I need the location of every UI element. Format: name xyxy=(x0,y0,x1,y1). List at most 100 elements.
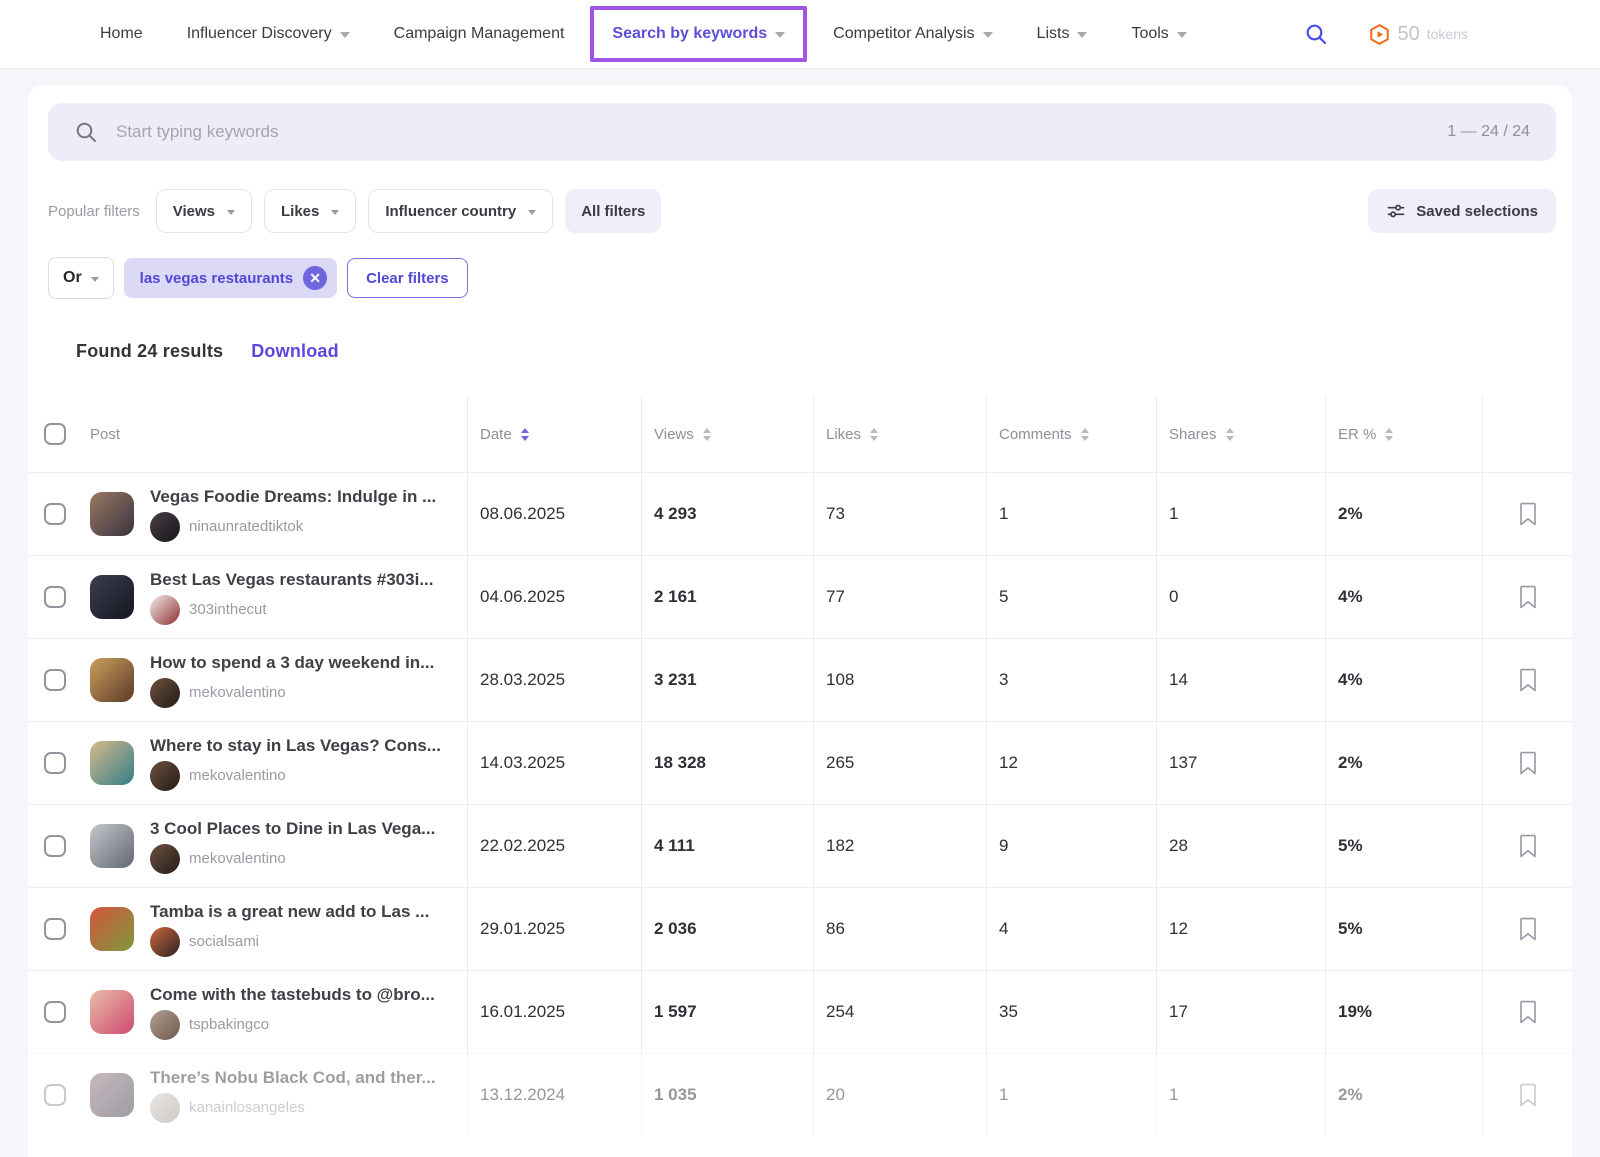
post-author: mekovalentino xyxy=(150,678,434,708)
post-title[interactable]: There’s Nobu Black Cod, and ther... xyxy=(150,1068,436,1088)
nav-item-lists[interactable]: Lists xyxy=(1037,25,1088,43)
column-comments[interactable]: Comments xyxy=(986,396,1156,472)
post-title[interactable]: Best Las Vegas restaurants #303i... xyxy=(150,570,434,590)
bookmark-icon[interactable] xyxy=(1518,1083,1538,1107)
row-checkbox[interactable] xyxy=(44,586,66,608)
row-checkbox[interactable] xyxy=(44,752,66,774)
clear-filters-button[interactable]: Clear filters xyxy=(347,258,468,298)
nav-item-label: Lists xyxy=(1037,25,1070,43)
nav-item-tools[interactable]: Tools xyxy=(1131,25,1186,43)
nav-item-competitor-analysis[interactable]: Competitor Analysis xyxy=(833,25,992,43)
tokens-balance[interactable]: 50 tokens xyxy=(1368,23,1469,46)
post-title[interactable]: Vegas Foodie Dreams: Indulge in ... xyxy=(150,487,436,507)
sort-icon xyxy=(1226,428,1234,441)
post-thumbnail[interactable] xyxy=(90,492,134,536)
saved-selections-button[interactable]: Saved selections xyxy=(1368,189,1556,233)
search-icon[interactable] xyxy=(1304,22,1328,46)
author-username[interactable]: 303inthecut xyxy=(189,601,267,618)
filter-label: Views xyxy=(173,203,215,220)
nav-item-search-by-keywords[interactable]: Search by keywords xyxy=(612,25,785,43)
chevron-down-icon xyxy=(1177,32,1187,38)
bookmark-icon[interactable] xyxy=(1518,1000,1538,1024)
column-likes[interactable]: Likes xyxy=(813,396,986,472)
table-row: 3 Cool Places to Dine in Las Vega... mek… xyxy=(28,804,1572,887)
row-checkbox[interactable] xyxy=(44,503,66,525)
sort-icon xyxy=(703,428,711,441)
comments-cell: 9 xyxy=(986,805,1156,887)
post-info: How to spend a 3 day weekend in... mekov… xyxy=(150,653,434,708)
post-title[interactable]: Where to stay in Las Vegas? Cons... xyxy=(150,736,441,756)
author-username[interactable]: mekovalentino xyxy=(189,684,286,701)
nav-item-home[interactable]: Home xyxy=(100,25,143,43)
chevron-down-icon xyxy=(91,277,99,282)
bookmark-icon[interactable] xyxy=(1518,668,1538,692)
navbar-right-group: 50 tokens xyxy=(1304,22,1469,46)
download-link[interactable]: Download xyxy=(251,341,339,362)
nav-item-campaign-management[interactable]: Campaign Management xyxy=(394,25,565,43)
post-thumbnail[interactable] xyxy=(90,741,134,785)
shares-cell: 1 xyxy=(1156,473,1325,555)
views-filter-dropdown[interactable]: Views xyxy=(156,189,252,233)
bookmark-icon[interactable] xyxy=(1518,751,1538,775)
tokens-count: 50 xyxy=(1398,23,1420,46)
nav-item-label: Search by keywords xyxy=(612,25,767,43)
nav-item-label: Home xyxy=(100,25,143,43)
column-shares[interactable]: Shares xyxy=(1156,396,1325,472)
bookmark-icon[interactable] xyxy=(1518,502,1538,526)
post-title[interactable]: Come with the tastebuds to @bro... xyxy=(150,985,435,1005)
bookmark-icon[interactable] xyxy=(1518,834,1538,858)
row-checkbox[interactable] xyxy=(44,669,66,691)
content-card: 1 — 24 / 24 Popular filters Views Likes … xyxy=(28,85,1572,1157)
keyword-search-input[interactable] xyxy=(116,122,1429,142)
keyword-chip-label: las vegas restaurants xyxy=(140,270,293,287)
all-filters-button[interactable]: All filters xyxy=(565,189,661,233)
post-thumbnail[interactable] xyxy=(90,1073,134,1117)
row-checkbox[interactable] xyxy=(44,835,66,857)
keyword-chip: las vegas restaurants ✕ xyxy=(124,258,337,298)
post-author: tspbakingco xyxy=(150,1010,435,1040)
row-checkbox[interactable] xyxy=(44,1001,66,1023)
author-username[interactable]: mekovalentino xyxy=(189,767,286,784)
views-cell: 1 597 xyxy=(641,971,813,1053)
author-avatar xyxy=(150,512,180,542)
author-username[interactable]: socialsami xyxy=(189,933,259,950)
author-username[interactable]: mekovalentino xyxy=(189,850,286,867)
nav-item-influencer-discovery[interactable]: Influencer Discovery xyxy=(187,25,350,43)
post-thumbnail[interactable] xyxy=(90,658,134,702)
er-cell: 2% xyxy=(1325,722,1482,804)
post-thumbnail[interactable] xyxy=(90,824,134,868)
tokens-label: tokens xyxy=(1427,26,1468,42)
column-views[interactable]: Views xyxy=(641,396,813,472)
author-avatar xyxy=(150,1010,180,1040)
row-checkbox[interactable] xyxy=(44,1084,66,1106)
post-thumbnail[interactable] xyxy=(90,575,134,619)
select-all-checkbox[interactable] xyxy=(44,423,66,445)
column-label: Shares xyxy=(1169,426,1217,443)
post-thumbnail[interactable] xyxy=(90,990,134,1034)
popular-filters-label: Popular filters xyxy=(48,203,140,220)
nav-item-label: Campaign Management xyxy=(394,25,565,43)
post-title[interactable]: 3 Cool Places to Dine in Las Vega... xyxy=(150,819,435,839)
post-info: Tamba is a great new add to Las ... soci… xyxy=(150,902,429,957)
column-er[interactable]: ER % xyxy=(1325,396,1482,472)
author-username[interactable]: tspbakingco xyxy=(189,1016,269,1033)
row-checkbox[interactable] xyxy=(44,918,66,940)
author-username[interactable]: ninaunratedtiktok xyxy=(189,518,303,535)
post-thumbnail[interactable] xyxy=(90,907,134,951)
found-results-text: Found 24 results xyxy=(76,341,223,362)
bookmark-cell xyxy=(1482,888,1572,970)
shares-cell: 14 xyxy=(1156,639,1325,721)
likes-cell: 73 xyxy=(813,473,986,555)
remove-keyword-icon[interactable]: ✕ xyxy=(303,266,327,290)
bookmark-icon[interactable] xyxy=(1518,917,1538,941)
likes-filter-dropdown[interactable]: Likes xyxy=(264,189,356,233)
column-label: Likes xyxy=(826,426,861,443)
date-cell: 28.03.2025 xyxy=(467,639,641,721)
column-date[interactable]: Date xyxy=(467,396,641,472)
post-title[interactable]: How to spend a 3 day weekend in... xyxy=(150,653,434,673)
bookmark-icon[interactable] xyxy=(1518,585,1538,609)
influencer-country-filter-dropdown[interactable]: Influencer country xyxy=(368,189,553,233)
operator-dropdown[interactable]: Or xyxy=(48,257,114,299)
author-username[interactable]: kanainlosangeles xyxy=(189,1099,305,1116)
post-title[interactable]: Tamba is a great new add to Las ... xyxy=(150,902,429,922)
